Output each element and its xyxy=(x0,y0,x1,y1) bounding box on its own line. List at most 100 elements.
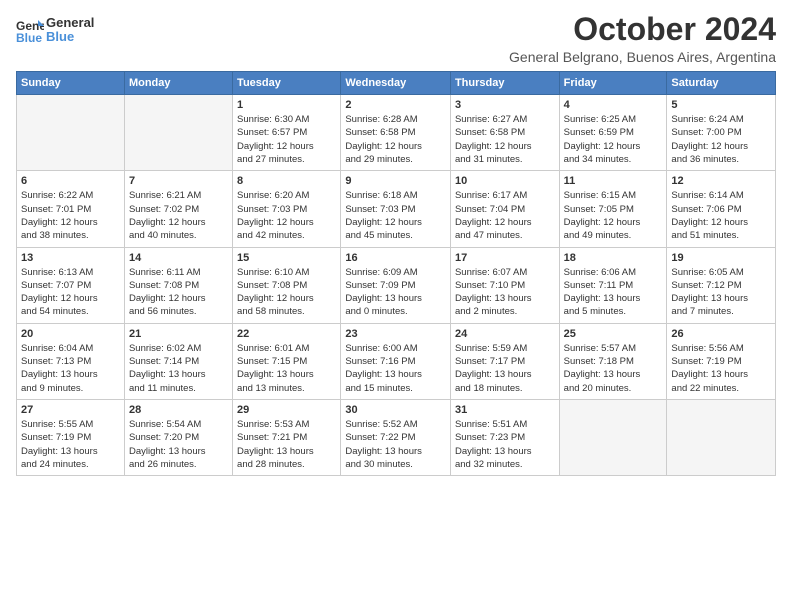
day-info: Sunrise: 6:04 AM Sunset: 7:13 PM Dayligh… xyxy=(21,342,120,395)
calendar-week-row: 6 Sunrise: 6:22 AM Sunset: 7:01 PM Daylig… xyxy=(17,171,776,247)
calendar-cell xyxy=(667,399,776,475)
calendar-cell: 19Sunrise: 6:05 AM Sunset: 7:12 PM Dayli… xyxy=(667,247,776,323)
calendar-page: General Blue General Blue October 2024 G… xyxy=(0,0,792,612)
calendar-cell: 6 Sunrise: 6:22 AM Sunset: 7:01 PM Daylig… xyxy=(17,171,125,247)
calendar-cell: 17 Sunrise: 6:07 AM Sunset: 7:10 PM Dayli… xyxy=(450,247,559,323)
day-info: Sunrise: 6:11 AM Sunset: 7:08 PM Dayligh… xyxy=(129,266,228,319)
day-number: 18 xyxy=(564,252,663,264)
calendar-cell: 10Sunrise: 6:17 AM Sunset: 7:04 PM Dayli… xyxy=(450,171,559,247)
day-number: 4 xyxy=(564,99,663,111)
day-info: Sunrise: 5:56 AM Sunset: 7:19 PM Dayligh… xyxy=(671,342,771,395)
calendar-cell: 14 Sunrise: 6:11 AM Sunset: 7:08 PM Dayli… xyxy=(124,247,232,323)
day-info: Sunrise: 6:25 AM Sunset: 6:59 PM Dayligh… xyxy=(564,113,663,166)
day-number: 17 xyxy=(455,252,555,264)
day-number: 26 xyxy=(671,328,771,340)
calendar-header-wednesday: Wednesday xyxy=(341,72,451,95)
calendar-week-row: 13 Sunrise: 6:13 AM Sunset: 7:07 PM Dayli… xyxy=(17,247,776,323)
day-number: 29 xyxy=(237,404,336,416)
day-number: 6 xyxy=(21,175,120,187)
calendar-cell: 25 Sunrise: 5:57 AM Sunset: 7:18 PM Dayli… xyxy=(559,323,667,399)
calendar-cell: 5 Sunrise: 6:24 AM Sunset: 7:00 PM Daylig… xyxy=(667,95,776,171)
day-info: Sunrise: 6:05 AM Sunset: 7:12 PM Dayligh… xyxy=(671,266,771,319)
day-info: Sunrise: 6:14 AM Sunset: 7:06 PM Dayligh… xyxy=(671,189,771,242)
calendar-cell: 24Sunrise: 5:59 AM Sunset: 7:17 PM Dayli… xyxy=(450,323,559,399)
calendar-cell: 21Sunrise: 6:02 AM Sunset: 7:14 PM Dayli… xyxy=(124,323,232,399)
day-info: Sunrise: 5:53 AM Sunset: 7:21 PM Dayligh… xyxy=(237,418,336,471)
calendar-cell xyxy=(124,95,232,171)
day-info: Sunrise: 6:15 AM Sunset: 7:05 PM Dayligh… xyxy=(564,189,663,242)
day-number: 31 xyxy=(455,404,555,416)
day-info: Sunrise: 6:01 AM Sunset: 7:15 PM Dayligh… xyxy=(237,342,336,395)
day-info: Sunrise: 5:52 AM Sunset: 7:22 PM Dayligh… xyxy=(345,418,446,471)
day-number: 11 xyxy=(564,175,663,187)
day-info: Sunrise: 6:22 AM Sunset: 7:01 PM Dayligh… xyxy=(21,189,120,242)
day-info: Sunrise: 6:24 AM Sunset: 7:00 PM Dayligh… xyxy=(671,113,771,166)
calendar-header-row: SundayMondayTuesdayWednesdayThursdayFrid… xyxy=(17,72,776,95)
calendar-cell: 12 Sunrise: 6:14 AM Sunset: 7:06 PM Dayli… xyxy=(667,171,776,247)
logo: General Blue General Blue xyxy=(16,16,94,45)
logo-icon: General Blue xyxy=(16,16,44,44)
calendar-cell: 15Sunrise: 6:10 AM Sunset: 7:08 PM Dayli… xyxy=(233,247,341,323)
calendar-header-sunday: Sunday xyxy=(17,72,125,95)
calendar-cell: 9Sunrise: 6:18 AM Sunset: 7:03 PM Daylig… xyxy=(341,171,451,247)
calendar-cell: 11 Sunrise: 6:15 AM Sunset: 7:05 PM Dayli… xyxy=(559,171,667,247)
day-info: Sunrise: 6:28 AM Sunset: 6:58 PM Dayligh… xyxy=(345,113,446,166)
day-number: 5 xyxy=(671,99,771,111)
calendar-cell: 8 Sunrise: 6:20 AM Sunset: 7:03 PM Daylig… xyxy=(233,171,341,247)
day-info: Sunrise: 6:06 AM Sunset: 7:11 PM Dayligh… xyxy=(564,266,663,319)
calendar-cell: 4 Sunrise: 6:25 AM Sunset: 6:59 PM Daylig… xyxy=(559,95,667,171)
day-number: 25 xyxy=(564,328,663,340)
day-info: Sunrise: 6:20 AM Sunset: 7:03 PM Dayligh… xyxy=(237,189,336,242)
calendar-cell xyxy=(17,95,125,171)
calendar-cell: 13 Sunrise: 6:13 AM Sunset: 7:07 PM Dayli… xyxy=(17,247,125,323)
logo-line1: General xyxy=(46,16,94,30)
day-info: Sunrise: 6:18 AM Sunset: 7:03 PM Dayligh… xyxy=(345,189,446,242)
day-number: 27 xyxy=(21,404,120,416)
calendar-cell: 18 Sunrise: 6:06 AM Sunset: 7:11 PM Dayli… xyxy=(559,247,667,323)
day-number: 13 xyxy=(21,252,120,264)
calendar-cell: 3Sunrise: 6:27 AM Sunset: 6:58 PM Daylig… xyxy=(450,95,559,171)
day-number: 2 xyxy=(345,99,446,111)
day-info: Sunrise: 6:10 AM Sunset: 7:08 PM Dayligh… xyxy=(237,266,336,319)
header: General Blue General Blue October 2024 G… xyxy=(16,12,776,65)
day-info: Sunrise: 6:17 AM Sunset: 7:04 PM Dayligh… xyxy=(455,189,555,242)
calendar-table: SundayMondayTuesdayWednesdayThursdayFrid… xyxy=(16,71,776,476)
day-number: 1 xyxy=(237,99,336,111)
day-number: 30 xyxy=(345,404,446,416)
calendar-header-monday: Monday xyxy=(124,72,232,95)
calendar-cell: 31Sunrise: 5:51 AM Sunset: 7:23 PM Dayli… xyxy=(450,399,559,475)
calendar-week-row: 27 Sunrise: 5:55 AM Sunset: 7:19 PM Dayli… xyxy=(17,399,776,475)
calendar-cell: 26 Sunrise: 5:56 AM Sunset: 7:19 PM Dayli… xyxy=(667,323,776,399)
day-info: Sunrise: 6:21 AM Sunset: 7:02 PM Dayligh… xyxy=(129,189,228,242)
calendar-cell: 7Sunrise: 6:21 AM Sunset: 7:02 PM Daylig… xyxy=(124,171,232,247)
day-info: Sunrise: 6:00 AM Sunset: 7:16 PM Dayligh… xyxy=(345,342,446,395)
calendar-cell xyxy=(559,399,667,475)
day-info: Sunrise: 6:09 AM Sunset: 7:09 PM Dayligh… xyxy=(345,266,446,319)
day-info: Sunrise: 5:59 AM Sunset: 7:17 PM Dayligh… xyxy=(455,342,555,395)
calendar-cell: 29 Sunrise: 5:53 AM Sunset: 7:21 PM Dayli… xyxy=(233,399,341,475)
day-number: 14 xyxy=(129,252,228,264)
day-number: 22 xyxy=(237,328,336,340)
title-block: October 2024 General Belgrano, Buenos Ai… xyxy=(509,12,776,65)
day-number: 8 xyxy=(237,175,336,187)
day-info: Sunrise: 6:07 AM Sunset: 7:10 PM Dayligh… xyxy=(455,266,555,319)
day-number: 20 xyxy=(21,328,120,340)
day-info: Sunrise: 6:13 AM Sunset: 7:07 PM Dayligh… xyxy=(21,266,120,319)
day-info: Sunrise: 6:27 AM Sunset: 6:58 PM Dayligh… xyxy=(455,113,555,166)
day-number: 28 xyxy=(129,404,228,416)
day-info: Sunrise: 6:30 AM Sunset: 6:57 PM Dayligh… xyxy=(237,113,336,166)
day-number: 21 xyxy=(129,328,228,340)
day-number: 23 xyxy=(345,328,446,340)
day-info: Sunrise: 5:55 AM Sunset: 7:19 PM Dayligh… xyxy=(21,418,120,471)
day-info: Sunrise: 5:57 AM Sunset: 7:18 PM Dayligh… xyxy=(564,342,663,395)
calendar-week-row: 20 Sunrise: 6:04 AM Sunset: 7:13 PM Dayli… xyxy=(17,323,776,399)
day-info: Sunrise: 5:54 AM Sunset: 7:20 PM Dayligh… xyxy=(129,418,228,471)
calendar-cell: 22 Sunrise: 6:01 AM Sunset: 7:15 PM Dayli… xyxy=(233,323,341,399)
logo-line2: Blue xyxy=(46,30,94,44)
calendar-header-tuesday: Tuesday xyxy=(233,72,341,95)
calendar-week-row: 1 Sunrise: 6:30 AM Sunset: 6:57 PM Daylig… xyxy=(17,95,776,171)
svg-text:Blue: Blue xyxy=(16,31,42,44)
calendar-cell: 2 Sunrise: 6:28 AM Sunset: 6:58 PM Daylig… xyxy=(341,95,451,171)
calendar-cell: 1 Sunrise: 6:30 AM Sunset: 6:57 PM Daylig… xyxy=(233,95,341,171)
day-number: 12 xyxy=(671,175,771,187)
